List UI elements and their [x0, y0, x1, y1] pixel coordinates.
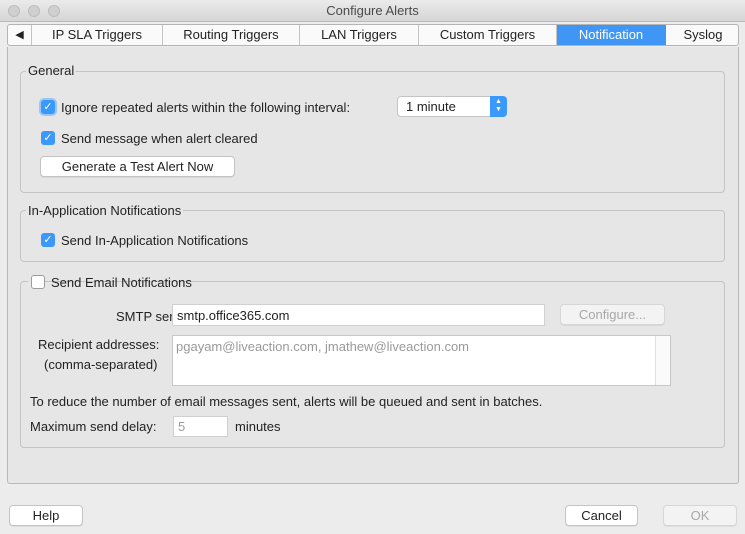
- max-send-delay-input[interactable]: 5: [173, 416, 228, 437]
- ok-button[interactable]: OK: [663, 505, 737, 526]
- generate-test-alert-button[interactable]: Generate a Test Alert Now: [40, 156, 235, 177]
- cancel-button[interactable]: Cancel: [565, 505, 638, 526]
- tab-syslog[interactable]: Syslog: [666, 25, 738, 45]
- tab-custom-triggers[interactable]: Custom Triggers: [419, 25, 557, 45]
- max-send-delay-unit: minutes: [235, 419, 281, 434]
- window-title: Configure Alerts: [326, 3, 419, 18]
- recipients-textarea[interactable]: pgayam@liveaction.com, jmathew@liveactio…: [172, 335, 671, 386]
- batch-note: To reduce the number of email messages s…: [30, 394, 543, 409]
- interval-select[interactable]: 1 minute ▲ ▼: [397, 96, 507, 117]
- recipients-label-line2: (comma-separated): [44, 357, 158, 372]
- tab-lan-triggers[interactable]: LAN Triggers: [300, 25, 419, 45]
- send-cleared-label: Send message when alert cleared: [61, 131, 258, 146]
- send-in-app-label: Send In-Application Notifications: [61, 233, 249, 248]
- tab-scroll-left-icon[interactable]: ◀: [8, 25, 32, 45]
- send-in-app-checkbox[interactable]: ✓: [41, 233, 55, 247]
- help-button[interactable]: Help: [9, 505, 83, 526]
- ignore-repeated-checkbox[interactable]: ✓: [41, 100, 55, 114]
- configure-button[interactable]: Configure...: [560, 304, 665, 325]
- ignore-repeated-label: Ignore repeated alerts within the follow…: [61, 100, 351, 115]
- interval-select-value: 1 minute: [406, 99, 456, 114]
- send-cleared-checkbox[interactable]: ✓: [41, 131, 55, 145]
- tab-routing-triggers[interactable]: Routing Triggers: [163, 25, 300, 45]
- tab-notification[interactable]: Notification: [557, 25, 666, 45]
- tab-ip-sla-triggers[interactable]: IP SLA Triggers: [32, 25, 163, 45]
- max-send-delay-label: Maximum send delay:: [30, 419, 157, 434]
- send-email-checkbox[interactable]: [31, 275, 45, 289]
- in-app-group-title: In-Application Notifications: [26, 203, 184, 218]
- recipients-scrollbar[interactable]: [655, 336, 670, 385]
- recipients-value: pgayam@liveaction.com, jmathew@liveactio…: [176, 339, 470, 354]
- recipients-label-line1: Recipient addresses:: [38, 337, 160, 352]
- send-email-label: Send Email Notifications: [51, 275, 192, 290]
- general-group-title: General: [26, 63, 77, 78]
- chevron-up-down-icon: ▲ ▼: [490, 96, 507, 117]
- tab-bar: ◀ IP SLA Triggers Routing Triggers LAN T…: [7, 24, 739, 46]
- smtp-server-input[interactable]: smtp.office365.com: [172, 304, 545, 326]
